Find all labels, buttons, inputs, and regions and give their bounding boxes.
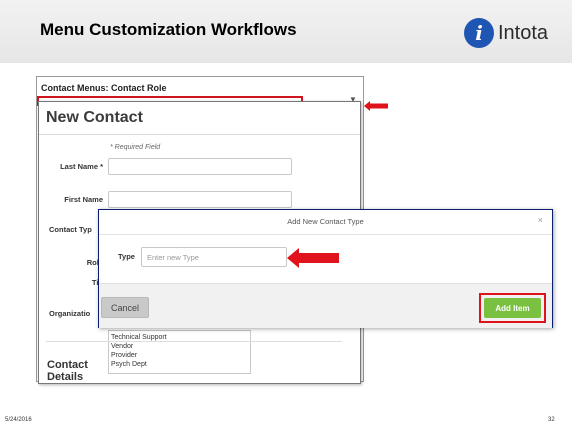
contact-details-heading-line2: Details	[47, 371, 84, 383]
list-item[interactable]: Provider	[111, 351, 248, 360]
modal-title: Add New Contact Type	[287, 217, 364, 226]
organization-list[interactable]: Technical Support Vendor Provider Psych …	[108, 330, 251, 374]
slide-title: Menu Customization Workflows	[40, 20, 297, 39]
new-contact-title: New Contact	[46, 109, 143, 126]
list-item[interactable]: Vendor	[111, 342, 248, 351]
type-input[interactable]	[141, 247, 287, 267]
divider	[99, 234, 552, 235]
intota-logo: i Intota	[464, 16, 548, 50]
red-arrow-left-icon	[287, 248, 339, 268]
list-item[interactable]: Psych Dept	[111, 360, 248, 369]
title-label: Titl	[59, 278, 103, 287]
required-field-note: * Required Field	[110, 144, 161, 151]
slide-header: Menu Customization Workflows i Intota	[0, 0, 572, 63]
add-item-button[interactable]: Add Item	[484, 298, 541, 318]
contact-menus-title: Contact Menus: Contact Role	[41, 83, 167, 93]
red-arrow-left-icon	[364, 101, 388, 111]
role-label: Role	[86, 258, 103, 267]
type-label: Type	[118, 252, 135, 261]
organization-label: Organizatio	[49, 309, 91, 318]
close-icon[interactable]: ×	[538, 215, 543, 225]
logo-wordmark: Intota	[498, 21, 549, 44]
info-logo-icon: i	[464, 18, 494, 48]
last-name-label: Last Name *	[60, 162, 103, 171]
page-number: 32	[548, 417, 555, 423]
divider	[46, 341, 342, 342]
cancel-button[interactable]: Cancel	[101, 297, 149, 318]
contact-details-heading-line1: Contact	[47, 359, 88, 371]
first-name-label: First Name	[64, 195, 103, 204]
slide-date: 5/24/2016	[5, 417, 32, 423]
add-item-highlight: Add Item	[479, 293, 546, 323]
divider	[39, 134, 360, 135]
modal-footer: Cancel Add Item	[99, 283, 552, 328]
slide: Menu Customization Workflows i Intota Co…	[0, 0, 572, 430]
last-name-input[interactable]	[108, 158, 292, 175]
add-contact-type-modal: Add New Contact Type × Type Cancel Add I…	[98, 209, 553, 328]
contact-type-label: Contact Typ	[49, 225, 92, 234]
first-name-input[interactable]	[108, 191, 292, 208]
contact-details-heading: Contact Details	[47, 359, 88, 383]
